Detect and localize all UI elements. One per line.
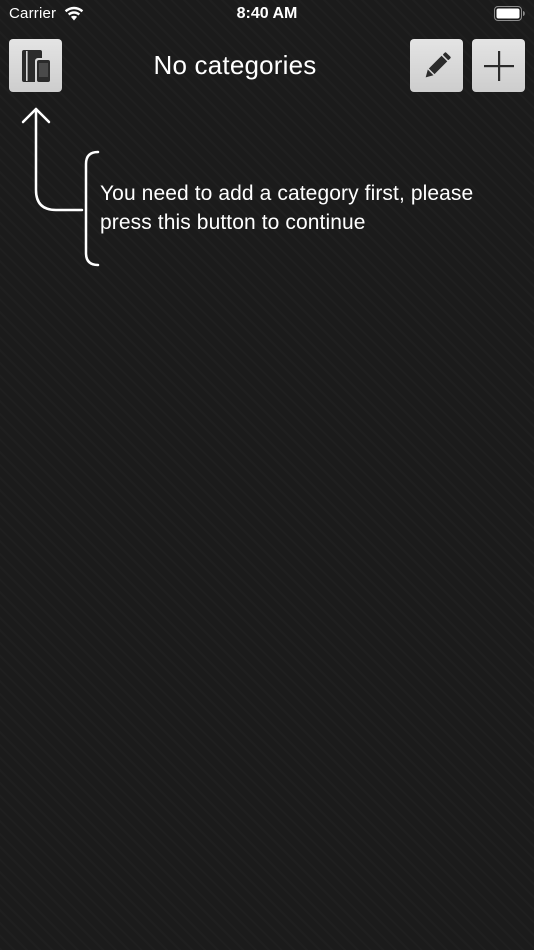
plus-icon <box>483 50 514 81</box>
edit-button[interactable] <box>410 39 463 92</box>
status-bar: Carrier 8:40 AM <box>0 0 534 28</box>
hint-arrow-icon <box>21 107 100 267</box>
categories-button[interactable] <box>9 39 62 92</box>
pencil-icon <box>425 51 451 77</box>
battery-icon <box>494 6 525 21</box>
add-button[interactable] <box>472 39 525 92</box>
book-phone-icon <box>21 49 50 82</box>
page-title: No categories <box>153 50 317 80</box>
clock: 8:40 AM <box>236 5 298 22</box>
hint-text: You need to add a category first, please… <box>100 182 474 234</box>
navigation-bar: No categories <box>0 38 534 94</box>
